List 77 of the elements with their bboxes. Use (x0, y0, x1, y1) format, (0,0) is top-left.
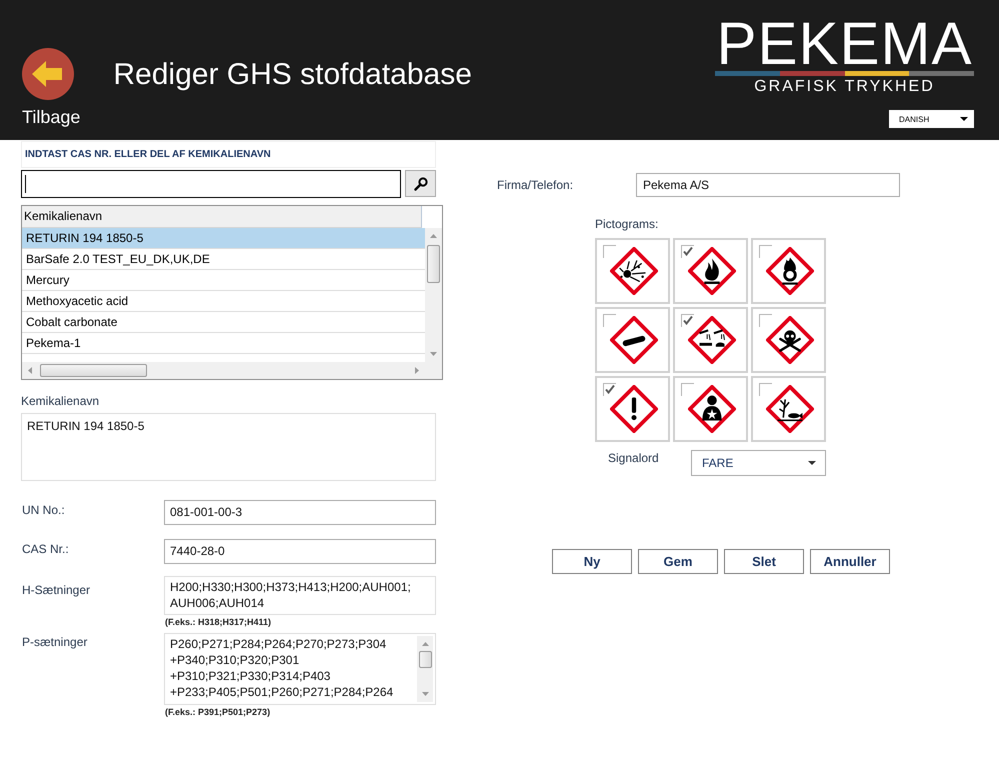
action-button[interactable]: Ny (552, 549, 632, 574)
field-label: P-sætninger (21, 634, 88, 649)
example-hint: (F.eks.: P391;P501;P273) (165, 707, 272, 718)
scrollbar-thumb[interactable] (418, 651, 432, 668)
field-label: UN No.: (21, 502, 66, 517)
scroll-down-icon[interactable] (422, 692, 428, 696)
p-statements-field[interactable]: P260;P271;P284;P264;P270;P273;P304 +P340;P310;P320;P301 +P310;P321;P330;P314;P403 +P233;P405;P501;P260;P271;P284;P264 (164, 633, 436, 705)
pictogram-checkbox[interactable] (681, 245, 694, 258)
language-dropdown[interactable]: DANISH (889, 110, 974, 128)
action-button[interactable]: Gem (638, 549, 718, 574)
field-label: Kemikalienavn (21, 394, 100, 408)
cas-number-field[interactable]: 7440-28-0 (164, 539, 436, 564)
pictogram-tile[interactable] (673, 238, 748, 304)
company-field[interactable]: Pekema A/S (636, 173, 900, 197)
logo-wordmark: PEKEMA (715, 18, 974, 70)
back-button[interactable]: Tilbage (22, 48, 80, 127)
field-label: H-Sætninger (21, 582, 92, 597)
pictogram-tile[interactable] (595, 238, 670, 304)
exploding-bomb-icon (610, 247, 658, 295)
action-button[interactable]: Slet (724, 549, 804, 574)
dead-tree-fish-icon (766, 385, 814, 433)
field-label: Signalord (608, 450, 660, 465)
example-hint: (F.eks.: H318;H317;H411) (165, 617, 272, 628)
field-label: CAS Nr.: (21, 541, 70, 556)
scroll-right-icon[interactable] (415, 367, 419, 374)
flame-icon (688, 247, 736, 295)
vertical-scrollbar[interactable] (417, 636, 433, 702)
pictogram-tile[interactable] (751, 376, 826, 442)
vertical-scrollbar[interactable] (425, 228, 442, 362)
pictogram-tile[interactable] (595, 376, 670, 442)
logo-tagline: GRAFISK TRYKHED (753, 78, 936, 96)
table-row[interactable]: RETURIN 194 1850-5 (22, 228, 425, 249)
pictogram-checkbox[interactable] (603, 383, 616, 396)
table-row[interactable]: Cobalt carbonate (22, 312, 425, 333)
scrollbar-thumb[interactable] (40, 364, 147, 377)
pictogram-checkbox[interactable] (759, 245, 772, 258)
caret-icon (808, 461, 816, 465)
pictogram-tile[interactable] (673, 376, 748, 442)
un-number-field[interactable]: 081-001-00-3 (164, 500, 436, 525)
section-label: Pictograms: (595, 217, 660, 231)
table-row[interactable]: BarSafe 2.0 TEST_EU_DK,UK,DE (22, 249, 425, 270)
pictogram-tile[interactable] (751, 307, 826, 373)
pictogram-checkbox[interactable] (603, 245, 616, 258)
scroll-up-icon[interactable] (422, 642, 428, 646)
page-title: Rediger GHS stofdatabase (113, 58, 472, 92)
table-row[interactable]: Methoxyacetic acid (22, 291, 425, 312)
pictogram-tile[interactable] (595, 307, 670, 373)
pictogram-checkbox[interactable] (759, 383, 772, 396)
caret-icon (960, 117, 968, 121)
skull-crossbones-icon (766, 316, 814, 364)
search-button[interactable] (405, 170, 436, 197)
table-row[interactable]: Pekema-1 (22, 333, 425, 354)
search-icon (414, 176, 428, 190)
search-heading: INDTAST CAS NR. ELLER DEL AF KEMIKALIENAVN (21, 141, 436, 168)
signal-word-dropdown[interactable]: FARE (691, 450, 826, 476)
scroll-left-icon[interactable] (28, 367, 32, 374)
exclamation-mark-icon (610, 385, 658, 433)
table-row[interactable]: Mercury (22, 270, 425, 291)
health-hazard-icon (688, 385, 736, 433)
chemical-name-field[interactable]: RETURIN 194 1850-5 (21, 413, 436, 481)
pictogram-tile[interactable] (751, 238, 826, 304)
pictogram-checkbox[interactable] (603, 314, 616, 327)
scrollbar-thumb[interactable] (427, 245, 440, 283)
field-label: Firma/Telefon: (497, 178, 574, 192)
pictogram-tile[interactable] (673, 307, 748, 373)
horizontal-scrollbar[interactable] (22, 362, 425, 379)
h-statements-field[interactable]: H200;H330;H300;H373;H413;H200;AUH001; AUH006;AUH014 (164, 576, 436, 615)
corrosion-icon (688, 316, 736, 364)
pictogram-checkbox[interactable] (681, 314, 694, 327)
search-field[interactable] (21, 170, 401, 198)
pictogram-checkbox[interactable] (759, 314, 772, 327)
column-header[interactable]: Kemikalienavn (22, 206, 422, 228)
scroll-up-icon[interactable] (430, 234, 437, 238)
gas-cylinder-icon (610, 316, 658, 364)
pictogram-checkbox[interactable] (681, 383, 694, 396)
scroll-down-icon[interactable] (430, 352, 437, 356)
action-button[interactable]: Annuller (810, 549, 890, 574)
